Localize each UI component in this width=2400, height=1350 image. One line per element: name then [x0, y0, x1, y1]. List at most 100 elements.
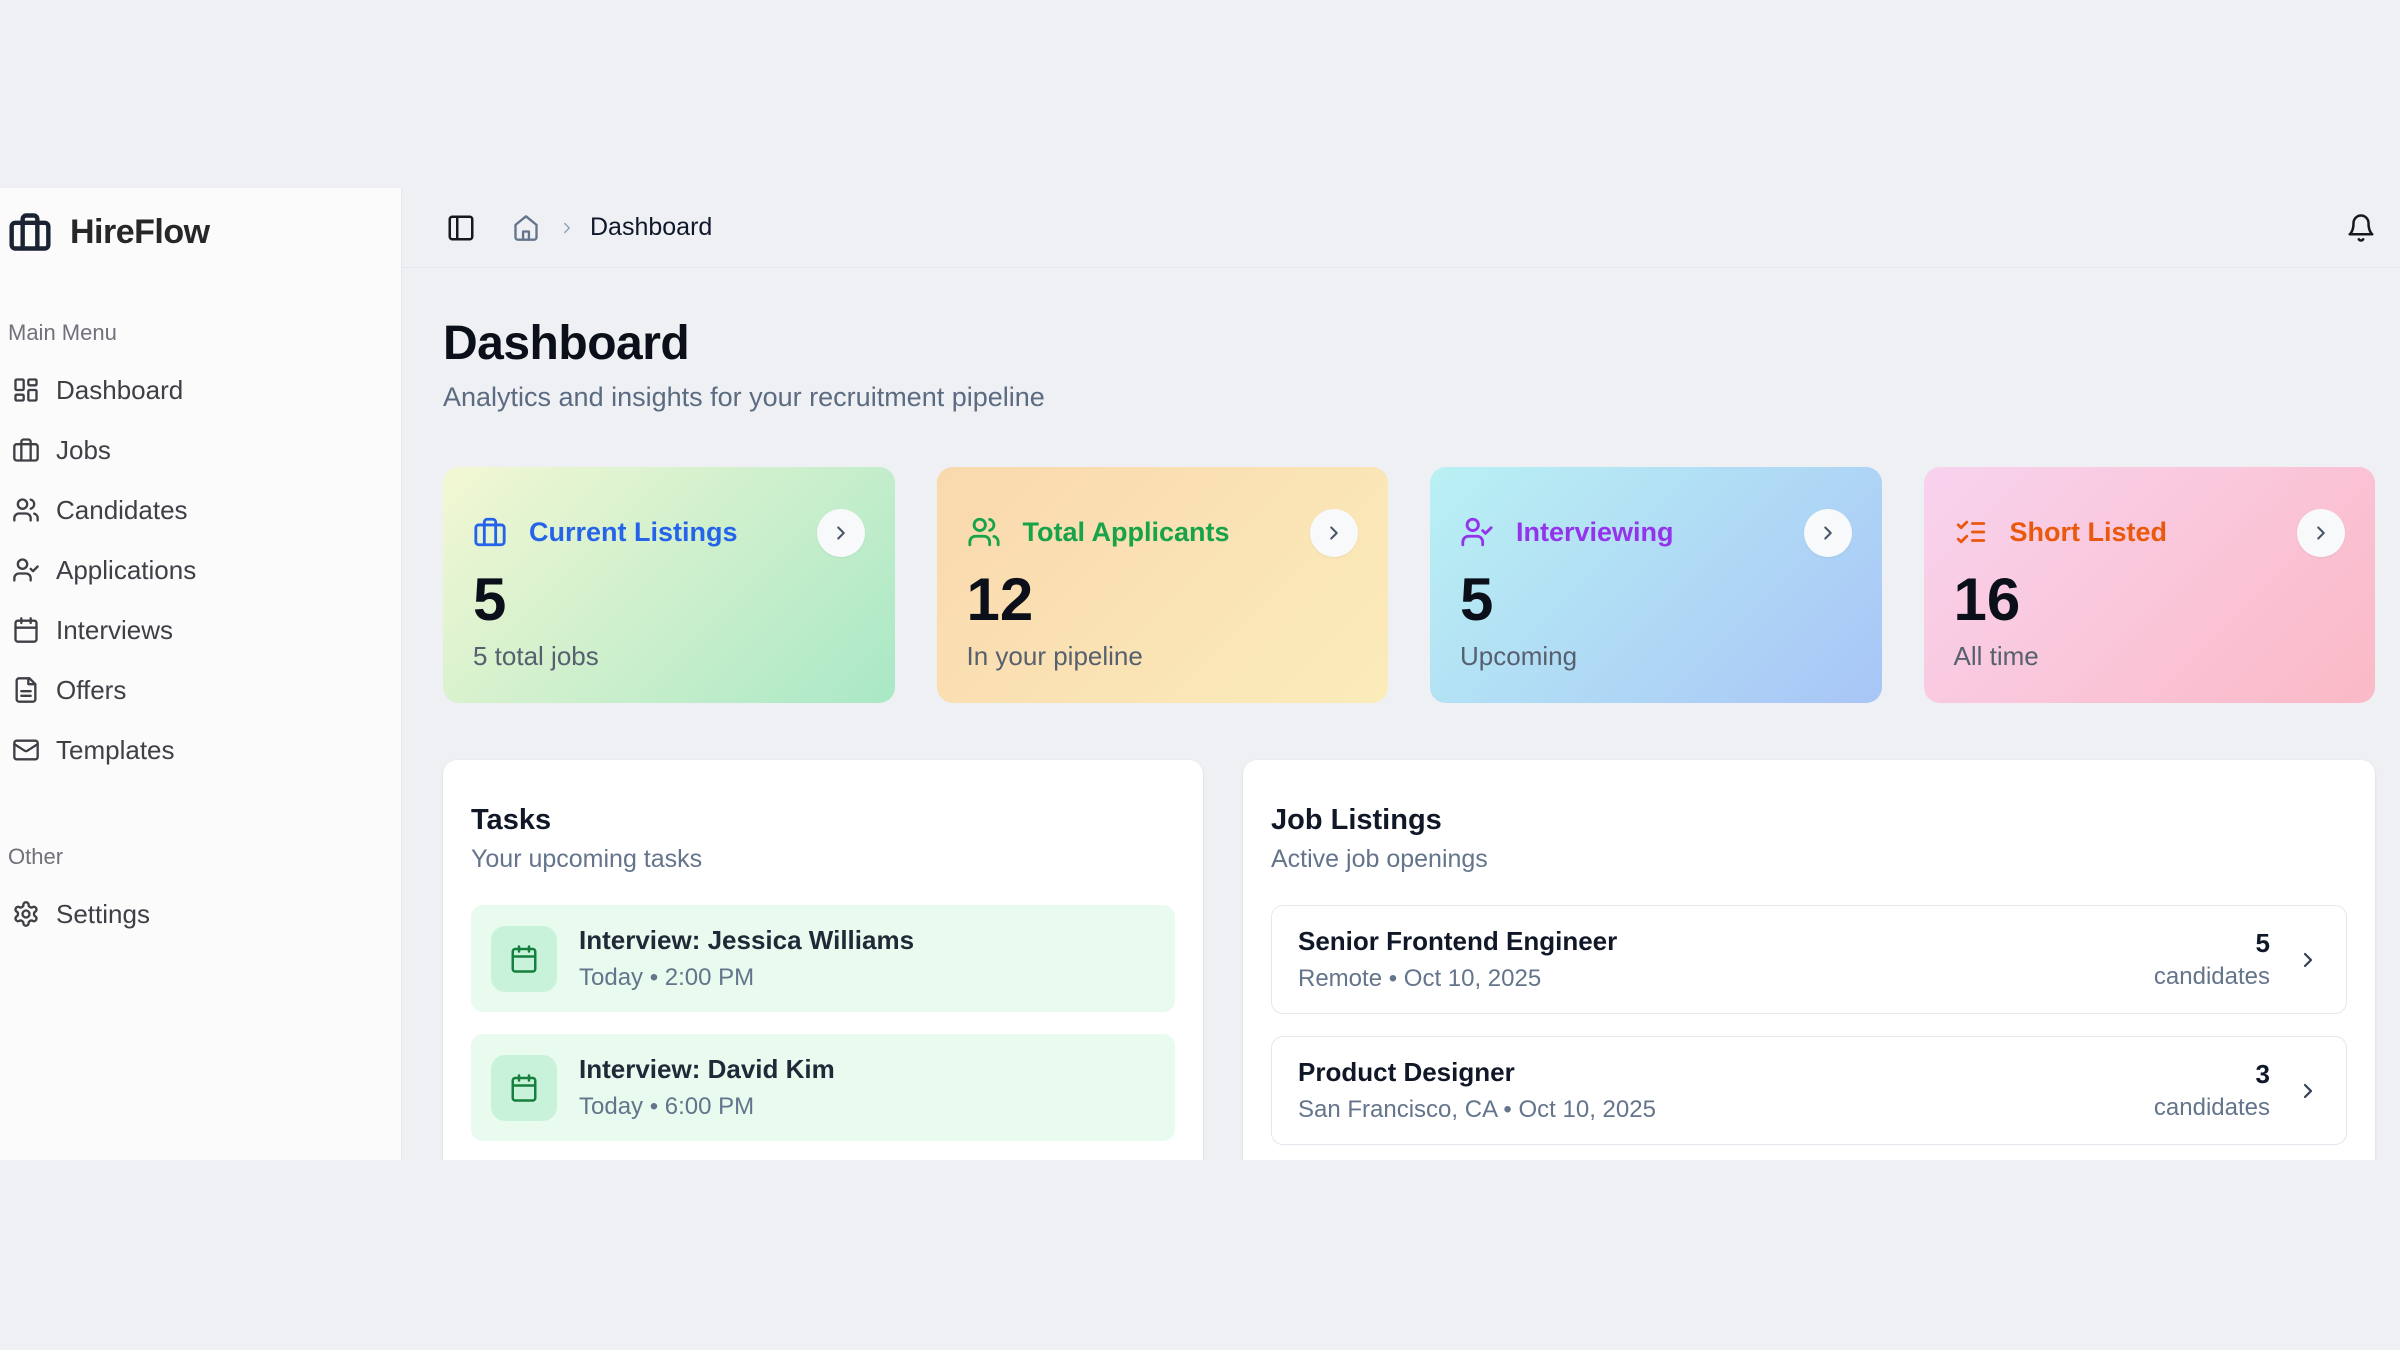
bottom-row: Tasks Your upcoming tasks Interview: Jes…: [443, 760, 2375, 1160]
sidebar-section-other: Other: [8, 844, 387, 870]
user-check-icon: [12, 556, 40, 584]
task-time: Today • 6:00 PM: [579, 1093, 835, 1121]
sidebar-item-templates[interactable]: Templates: [8, 720, 387, 780]
sidebar-item-label: Interviews: [56, 615, 173, 646]
sidebar-item-interviews[interactable]: Interviews: [8, 600, 387, 660]
job-candidate-count: 5: [2154, 928, 2270, 959]
calendar-icon: [509, 944, 539, 974]
stat-card-total-applicants[interactable]: Total Applicants 12 In your pipeline: [937, 467, 1389, 703]
briefcase-logo-icon: [8, 210, 52, 254]
chevron-right-icon: [1323, 522, 1345, 544]
chevron-right-icon: [2296, 948, 2320, 972]
stat-chevron-button[interactable]: [1310, 509, 1358, 557]
stat-chevron-button[interactable]: [2297, 509, 2345, 557]
sidebar-item-jobs[interactable]: Jobs: [8, 420, 387, 480]
file-text-icon: [12, 676, 40, 704]
users-icon: [12, 496, 40, 524]
calendar-icon: [509, 1073, 539, 1103]
sidebar-item-label: Dashboard: [56, 375, 183, 406]
job-meta: San Francisco, CA • Oct 10, 2025: [1298, 1096, 1656, 1124]
job-candidate-label: candidates: [2154, 963, 2270, 991]
task-calendar-chip: [491, 926, 557, 992]
breadcrumb-separator-icon: [558, 219, 576, 237]
sidebar-item-label: Settings: [56, 899, 150, 930]
app-title: HireFlow: [70, 213, 210, 252]
sidebar-item-label: Templates: [56, 735, 175, 766]
stat-value: 5: [473, 569, 865, 631]
sidebar-section-main-menu: Main Menu: [8, 320, 387, 346]
briefcase-icon: [12, 436, 40, 464]
breadcrumb-current: Dashboard: [590, 213, 712, 242]
panel-left-icon: [446, 213, 476, 243]
job-listings-title: Job Listings: [1271, 804, 2347, 837]
task-item[interactable]: Interview: Jessica Williams Today • 2:00…: [471, 905, 1175, 1012]
stat-caption: Upcoming: [1460, 641, 1852, 672]
task-calendar-chip: [491, 1055, 557, 1121]
gear-icon: [12, 900, 40, 928]
stat-chevron-button[interactable]: [817, 509, 865, 557]
page-subtitle: Analytics and insights for your recruitm…: [443, 379, 2375, 415]
tasks-title: Tasks: [471, 804, 1175, 837]
stat-value: 16: [1954, 569, 2346, 631]
stat-caption: All time: [1954, 641, 2346, 672]
job-row[interactable]: Product Designer San Francisco, CA • Oct…: [1271, 1036, 2347, 1145]
stat-card-short-listed[interactable]: Short Listed 16 All time: [1924, 467, 2376, 703]
task-list: Interview: Jessica Williams Today • 2:00…: [471, 905, 1175, 1141]
calendar-icon: [12, 616, 40, 644]
job-candidate-label: candidates: [2154, 1094, 2270, 1122]
sidebar-item-settings[interactable]: Settings: [8, 884, 387, 944]
task-title: Interview: Jessica Williams: [579, 925, 914, 956]
chevron-right-icon: [830, 522, 852, 544]
page-content: Dashboard Analytics and insights for you…: [402, 268, 2400, 1160]
stat-caption: In your pipeline: [967, 641, 1359, 672]
sidebar-item-dashboard[interactable]: Dashboard: [8, 360, 387, 420]
stat-chevron-button[interactable]: [1804, 509, 1852, 557]
user-check-icon: [1460, 515, 1494, 549]
job-listings-card: Job Listings Active job openings Senior …: [1243, 760, 2375, 1160]
list-checks-icon: [1954, 515, 1988, 549]
main-area: Dashboard Dashboard Analytics and insigh…: [402, 188, 2400, 1160]
mail-icon: [12, 736, 40, 764]
tasks-card: Tasks Your upcoming tasks Interview: Jes…: [443, 760, 1203, 1160]
stat-label: Current Listings: [529, 517, 738, 548]
sidebar: HireFlow Main Menu Dashboard Jobs Candid…: [0, 188, 402, 1160]
topbar: Dashboard: [402, 188, 2400, 268]
job-list: Senior Frontend Engineer Remote • Oct 10…: [1271, 905, 2347, 1145]
bell-icon: [2346, 213, 2376, 243]
sidebar-item-label: Jobs: [56, 435, 111, 466]
sidebar-item-offers[interactable]: Offers: [8, 660, 387, 720]
chevron-right-icon: [2310, 522, 2332, 544]
job-row[interactable]: Senior Frontend Engineer Remote • Oct 10…: [1271, 905, 2347, 1014]
stat-label: Short Listed: [2010, 517, 2168, 548]
home-icon: [512, 214, 540, 242]
job-title: Product Designer: [1298, 1057, 1656, 1088]
stat-card-interviewing[interactable]: Interviewing 5 Upcoming: [1430, 467, 1882, 703]
briefcase-icon: [473, 515, 507, 549]
job-listings-subtitle: Active job openings: [1271, 845, 2347, 874]
stat-label: Interviewing: [1516, 517, 1674, 548]
app-logo: HireFlow: [8, 210, 387, 254]
sidebar-item-label: Applications: [56, 555, 196, 586]
users-icon: [967, 515, 1001, 549]
task-title: Interview: David Kim: [579, 1054, 835, 1085]
task-time: Today • 2:00 PM: [579, 964, 914, 992]
breadcrumb-home-button[interactable]: [512, 214, 540, 242]
stat-value: 5: [1460, 569, 1852, 631]
job-candidate-count: 3: [2154, 1059, 2270, 1090]
notifications-button[interactable]: [2346, 213, 2376, 243]
chevron-right-icon: [2296, 1079, 2320, 1103]
layout-dashboard-icon: [12, 376, 40, 404]
page-title: Dashboard: [443, 316, 2375, 371]
stat-card-current-listings[interactable]: Current Listings 5 5 total jobs: [443, 467, 895, 703]
job-title: Senior Frontend Engineer: [1298, 926, 1617, 957]
task-item[interactable]: Interview: David Kim Today • 6:00 PM: [471, 1034, 1175, 1141]
sidebar-item-label: Offers: [56, 675, 126, 706]
sidebar-toggle-button[interactable]: [446, 213, 476, 243]
job-meta: Remote • Oct 10, 2025: [1298, 965, 1617, 993]
sidebar-item-label: Candidates: [56, 495, 188, 526]
sidebar-item-applications[interactable]: Applications: [8, 540, 387, 600]
stats-row: Current Listings 5 5 total jobs Total Ap…: [443, 467, 2375, 703]
chevron-right-icon: [1817, 522, 1839, 544]
sidebar-item-candidates[interactable]: Candidates: [8, 480, 387, 540]
tasks-subtitle: Your upcoming tasks: [471, 845, 1175, 874]
